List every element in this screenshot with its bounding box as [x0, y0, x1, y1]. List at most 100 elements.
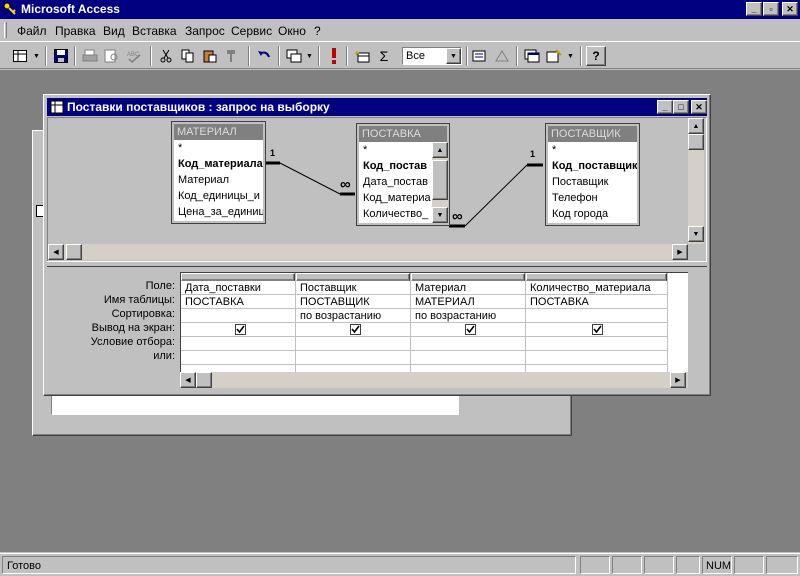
table-header[interactable]: ПОСТАВКА: [359, 126, 447, 142]
scroll-right-icon[interactable]: ▶: [670, 372, 686, 388]
view-dropdown[interactable]: ▼: [32, 47, 41, 65]
grid-cell-show[interactable]: [526, 323, 667, 337]
grid-cell-field[interactable]: Материал: [411, 281, 525, 295]
scroll-thumb[interactable]: [66, 244, 82, 260]
grid-cell-show[interactable]: [411, 323, 525, 337]
menu-insert[interactable]: Вставка: [132, 24, 177, 38]
properties-icon[interactable]: [470, 46, 490, 66]
menu-window[interactable]: Окно: [278, 24, 306, 38]
query-type-dropdown[interactable]: ▼: [305, 47, 314, 65]
grid-cell-or[interactable]: [181, 351, 295, 365]
table-field[interactable]: *: [548, 142, 637, 158]
grid-hscroll[interactable]: ◀ ▶: [180, 372, 688, 388]
cut-icon[interactable]: [156, 46, 176, 66]
table-box-material[interactable]: МАТЕРИАЛ * Код_материала Материал Код_ед…: [171, 121, 266, 224]
table-pane[interactable]: 1 ∞ ∞ 1 МАТЕРИАЛ * Код_материала Материа…: [47, 117, 707, 262]
chevron-down-icon[interactable]: ▼: [446, 48, 461, 64]
grid-cell-table[interactable]: МАТЕРИАЛ: [411, 295, 525, 309]
scroll-left-icon[interactable]: ◀: [48, 244, 64, 260]
show-checkbox[interactable]: [235, 324, 246, 335]
format-painter-icon[interactable]: [222, 46, 242, 66]
background-field[interactable]: [51, 393, 459, 415]
totals-icon[interactable]: Σ: [374, 46, 394, 66]
query-minimize-button[interactable]: _: [657, 100, 673, 114]
grid-column[interactable]: Поставщик ПОСТАВЩИК по возрастанию: [296, 273, 411, 372]
menu-edit[interactable]: Правка: [55, 24, 96, 38]
undo-icon[interactable]: [254, 46, 274, 66]
scroll-thumb[interactable]: [432, 160, 448, 200]
table-header[interactable]: МАТЕРИАЛ: [174, 124, 263, 140]
scroll-up-icon[interactable]: ▲: [688, 118, 704, 134]
grid-cell-field[interactable]: Поставщик: [296, 281, 410, 295]
table-pane-hscroll[interactable]: ◀ ▶: [48, 244, 688, 260]
table-field-key[interactable]: Код_материала: [174, 156, 263, 172]
query-type-icon[interactable]: [284, 46, 304, 66]
query-maximize-button[interactable]: □: [673, 100, 689, 114]
new-object-dropdown[interactable]: ▼: [566, 47, 575, 65]
run-icon[interactable]: [324, 46, 344, 66]
show-checkbox[interactable]: [350, 324, 361, 335]
show-checkbox[interactable]: [465, 324, 476, 335]
menu-tools[interactable]: Сервис: [231, 24, 272, 38]
help-icon[interactable]: ?: [586, 46, 606, 66]
table-header[interactable]: ПОСТАВЩИК: [548, 126, 637, 142]
column-selector[interactable]: [411, 273, 525, 281]
grid-column[interactable]: Дата_поставки ПОСТАВКА: [181, 273, 296, 372]
print-icon[interactable]: [80, 46, 100, 66]
query-close-button[interactable]: ✕: [691, 100, 707, 114]
grid-cell-table[interactable]: ПОСТАВКА: [181, 295, 295, 309]
grid-cell-criteria[interactable]: [526, 337, 667, 351]
restore-button[interactable]: ▫: [763, 2, 779, 16]
paste-icon[interactable]: [200, 46, 220, 66]
spelling-icon[interactable]: ABC: [124, 46, 144, 66]
grid-cell-criteria[interactable]: [411, 337, 525, 351]
table-field[interactable]: *: [174, 140, 263, 156]
print-preview-icon[interactable]: [102, 46, 122, 66]
grid-cell-sort[interactable]: [526, 309, 667, 323]
show-checkbox[interactable]: [592, 324, 603, 335]
scroll-thumb[interactable]: [688, 134, 704, 150]
table-field-key[interactable]: Код_постав: [359, 158, 432, 174]
grid-cell-criteria[interactable]: [296, 337, 410, 351]
table-box-supplier[interactable]: ПОСТАВЩИК * Код_поставщик Поставщик Теле…: [545, 123, 640, 226]
grid-cell-field[interactable]: Дата_поставки: [181, 281, 295, 295]
table-field[interactable]: Поставщик: [548, 174, 637, 190]
view-icon[interactable]: [10, 46, 30, 66]
menu-view[interactable]: Вид: [103, 24, 125, 38]
column-selector[interactable]: [181, 273, 295, 281]
new-object-icon[interactable]: [544, 46, 564, 66]
query-window[interactable]: Поставки поставщиков : запрос на выборку…: [43, 94, 711, 396]
build-icon[interactable]: [492, 46, 512, 66]
menu-query[interactable]: Запрос: [185, 24, 225, 38]
scroll-thumb[interactable]: [196, 372, 212, 388]
table-field[interactable]: Код города: [548, 206, 637, 222]
table-field[interactable]: Цена_за_единиц: [174, 204, 263, 220]
table-field[interactable]: Телефон: [548, 190, 637, 206]
table-field[interactable]: *: [359, 142, 432, 158]
menu-help[interactable]: ?: [314, 24, 321, 38]
table-pane-vscroll[interactable]: ▲ ▼: [688, 118, 704, 244]
grid-cell-criteria[interactable]: [181, 337, 295, 351]
table-scrollbar[interactable]: ▲ ▼: [432, 142, 448, 223]
save-icon[interactable]: [51, 46, 71, 66]
table-box-delivery[interactable]: ПОСТАВКА * Код_постав Дата_постав Код_ма…: [356, 123, 450, 226]
grid-column[interactable]: Материал МАТЕРИАЛ по возрастанию: [411, 273, 526, 372]
menu-file[interactable]: Файл: [17, 24, 47, 38]
grid-column[interactable]: Количество_материала ПОСТАВКА: [526, 273, 668, 372]
scroll-down-icon[interactable]: ▼: [688, 226, 704, 242]
grid-cell-sort[interactable]: по возрастанию: [411, 309, 525, 323]
table-field[interactable]: Код_единицы_и: [174, 188, 263, 204]
table-field[interactable]: Материал: [174, 172, 263, 188]
close-button[interactable]: ✕: [782, 2, 798, 16]
scroll-down-icon[interactable]: ▼: [432, 207, 448, 223]
design-grid[interactable]: Дата_поставки ПОСТАВКА Поставщик ПОСТАВЩ…: [180, 272, 688, 372]
grid-cell-show[interactable]: [296, 323, 410, 337]
copy-icon[interactable]: [178, 46, 198, 66]
column-selector[interactable]: [526, 273, 667, 281]
grid-cell-table[interactable]: ПОСТАВКА: [526, 295, 667, 309]
grid-cell-table[interactable]: ПОСТАВЩИК: [296, 295, 410, 309]
table-field-key[interactable]: Код_поставщик: [548, 158, 637, 174]
table-field[interactable]: Дата_постав: [359, 174, 432, 190]
grid-cell-field[interactable]: Количество_материала: [526, 281, 667, 295]
top-values-combo[interactable]: Все ▼: [402, 47, 462, 65]
